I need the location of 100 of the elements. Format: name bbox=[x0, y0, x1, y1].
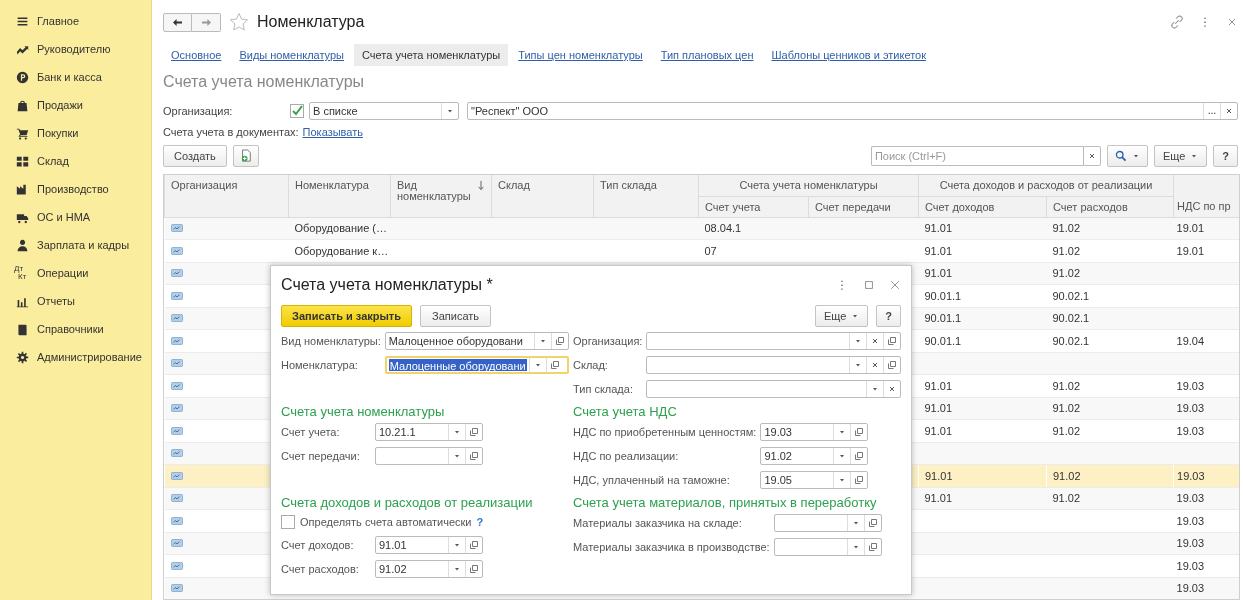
column-header[interactable]: Вид номенклатуры bbox=[390, 175, 492, 217]
tab[interactable]: Счета учета номенклатуры bbox=[354, 44, 509, 66]
sidebar-item[interactable]: Главное bbox=[0, 10, 151, 38]
caret-icon bbox=[1131, 152, 1140, 160]
clear-icon bbox=[871, 337, 879, 345]
column-header[interactable]: Номенклатура bbox=[288, 175, 391, 217]
caret-icon bbox=[871, 385, 879, 393]
table-cell: 91.02 bbox=[1052, 402, 1081, 415]
combo-field[interactable]: 91.02 bbox=[375, 560, 483, 578]
open-window-icon bbox=[469, 540, 479, 550]
link-icon[interactable] bbox=[1170, 15, 1184, 29]
combo-field[interactable]: 19.05 bbox=[760, 471, 869, 489]
open-window-icon bbox=[854, 451, 865, 461]
tab[interactable]: Шаблоны ценников и этикеток bbox=[763, 44, 934, 66]
caret-icon bbox=[851, 312, 860, 320]
search-icon bbox=[1114, 150, 1127, 162]
add-document-icon bbox=[239, 149, 252, 163]
sidebar-item[interactable]: Банк и касса bbox=[0, 66, 151, 94]
table-cell: 91.02 bbox=[1052, 244, 1081, 257]
field-label: Счет доходов: bbox=[281, 539, 355, 551]
sidebar-item[interactable]: Покупки bbox=[0, 122, 151, 150]
back-button[interactable] bbox=[163, 12, 192, 32]
page-title: Счета учета номенклатуры bbox=[163, 72, 366, 92]
sidebar-item[interactable]: Производство bbox=[0, 178, 151, 206]
sidebar-item[interactable]: Отчеты bbox=[0, 290, 151, 318]
checkbox[interactable] bbox=[290, 104, 304, 118]
open-window-icon bbox=[469, 564, 479, 574]
grid-icon bbox=[16, 154, 29, 168]
combo-field[interactable] bbox=[646, 356, 901, 374]
record-icon bbox=[170, 314, 183, 323]
field-label: Материалы заказчика на складе: bbox=[573, 517, 743, 529]
help-button[interactable]: ? bbox=[1213, 145, 1238, 167]
table-cell: 90.02.1 bbox=[1052, 312, 1090, 325]
combo-field[interactable] bbox=[646, 380, 901, 398]
sidebar-item[interactable]: Продажи bbox=[0, 94, 151, 122]
help-link[interactable]: ? bbox=[476, 516, 484, 528]
combo-field[interactable] bbox=[773, 538, 882, 556]
field-label: НДС, уплаченный на таможне: bbox=[573, 474, 731, 486]
create-button[interactable]: Создать bbox=[163, 145, 227, 167]
filter-label: Организация: bbox=[163, 105, 234, 117]
organization-field[interactable]: "Респект" ООО bbox=[467, 102, 1238, 120]
caret-icon bbox=[851, 519, 860, 527]
combo-field[interactable]: 19.03 bbox=[760, 423, 869, 441]
record-icon bbox=[170, 449, 183, 458]
show-link[interactable]: Показывать bbox=[302, 126, 363, 138]
save-button[interactable]: Записать bbox=[420, 305, 492, 327]
combo-field[interactable]: Малоценное оборудовани bbox=[384, 332, 569, 350]
debit-credit-icon: Дт Кт bbox=[14, 265, 30, 281]
combo-field[interactable] bbox=[375, 447, 483, 465]
person-icon bbox=[16, 238, 29, 252]
sidebar-item[interactable]: Зарплата и кадры bbox=[0, 234, 151, 262]
combo-field[interactable] bbox=[773, 514, 882, 532]
sidebar-item[interactable]: ОС и НМА bbox=[0, 206, 151, 234]
column-header[interactable]: Тип склада bbox=[593, 175, 699, 217]
tab[interactable]: Типы цен номенклатуры bbox=[510, 44, 651, 66]
field-label: Счет расходов: bbox=[281, 563, 360, 575]
checkbox[interactable] bbox=[281, 515, 295, 529]
column-header[interactable]: НДС по пр bbox=[1173, 196, 1239, 217]
combo-field[interactable]: 91.02 bbox=[760, 447, 869, 465]
maximize-icon[interactable] bbox=[863, 279, 875, 291]
copy-button[interactable] bbox=[232, 145, 259, 167]
column-header[interactable]: Организация bbox=[164, 175, 289, 217]
table-cell: 19.03 bbox=[1176, 537, 1205, 550]
open-window-icon bbox=[854, 427, 865, 437]
table-cell: 91.01 bbox=[924, 379, 953, 392]
tab[interactable]: Виды номенклатуры bbox=[231, 44, 352, 66]
table-cell: 91.02 bbox=[1053, 469, 1081, 482]
field-label: Номенклатура: bbox=[281, 359, 359, 371]
combo-field[interactable]: 10.21.1 bbox=[375, 423, 483, 441]
sidebar-item[interactable]: Дт Кт Операции bbox=[0, 262, 151, 290]
combo-field[interactable]: 91.01 bbox=[375, 536, 483, 554]
combo-field[interactable] bbox=[646, 332, 901, 350]
field-label: Тип склада: bbox=[573, 383, 634, 395]
save-and-close-button[interactable]: Записать и закрыть bbox=[281, 305, 413, 327]
table-cell: 91.02 bbox=[1052, 379, 1081, 392]
sidebar-item[interactable]: Справочники bbox=[0, 318, 151, 346]
tab[interactable]: Основное bbox=[163, 44, 230, 66]
more-button[interactable]: Еще bbox=[1153, 145, 1208, 167]
more-button[interactable]: Еще bbox=[814, 305, 869, 327]
search-field[interactable]: Поиск (Ctrl+F) bbox=[870, 146, 1083, 166]
tab[interactable]: Тип плановых цен bbox=[652, 44, 762, 66]
shopping-bag-icon bbox=[16, 98, 29, 112]
record-icon bbox=[170, 494, 183, 503]
caret-icon bbox=[453, 541, 461, 549]
caret-icon bbox=[851, 543, 860, 551]
window-title: Номенклатура bbox=[257, 13, 365, 31]
record-icon bbox=[170, 224, 183, 233]
search-button[interactable] bbox=[1106, 145, 1148, 167]
caret-icon bbox=[838, 476, 847, 484]
sidebar-item[interactable]: Склад bbox=[0, 150, 151, 178]
sidebar-item[interactable]: Руководителю bbox=[0, 38, 151, 66]
table-cell: 19.03 bbox=[1176, 424, 1205, 437]
sidebar-item[interactable]: Администрирование bbox=[0, 346, 151, 374]
close-icon[interactable] bbox=[1226, 16, 1238, 28]
caret-icon bbox=[446, 107, 454, 115]
close-icon[interactable] bbox=[889, 279, 901, 291]
column-header[interactable]: Склад bbox=[491, 175, 594, 217]
condition-field[interactable]: В списке bbox=[309, 102, 459, 120]
help-button[interactable]: ? bbox=[876, 305, 901, 327]
star-icon[interactable] bbox=[229, 12, 249, 32]
